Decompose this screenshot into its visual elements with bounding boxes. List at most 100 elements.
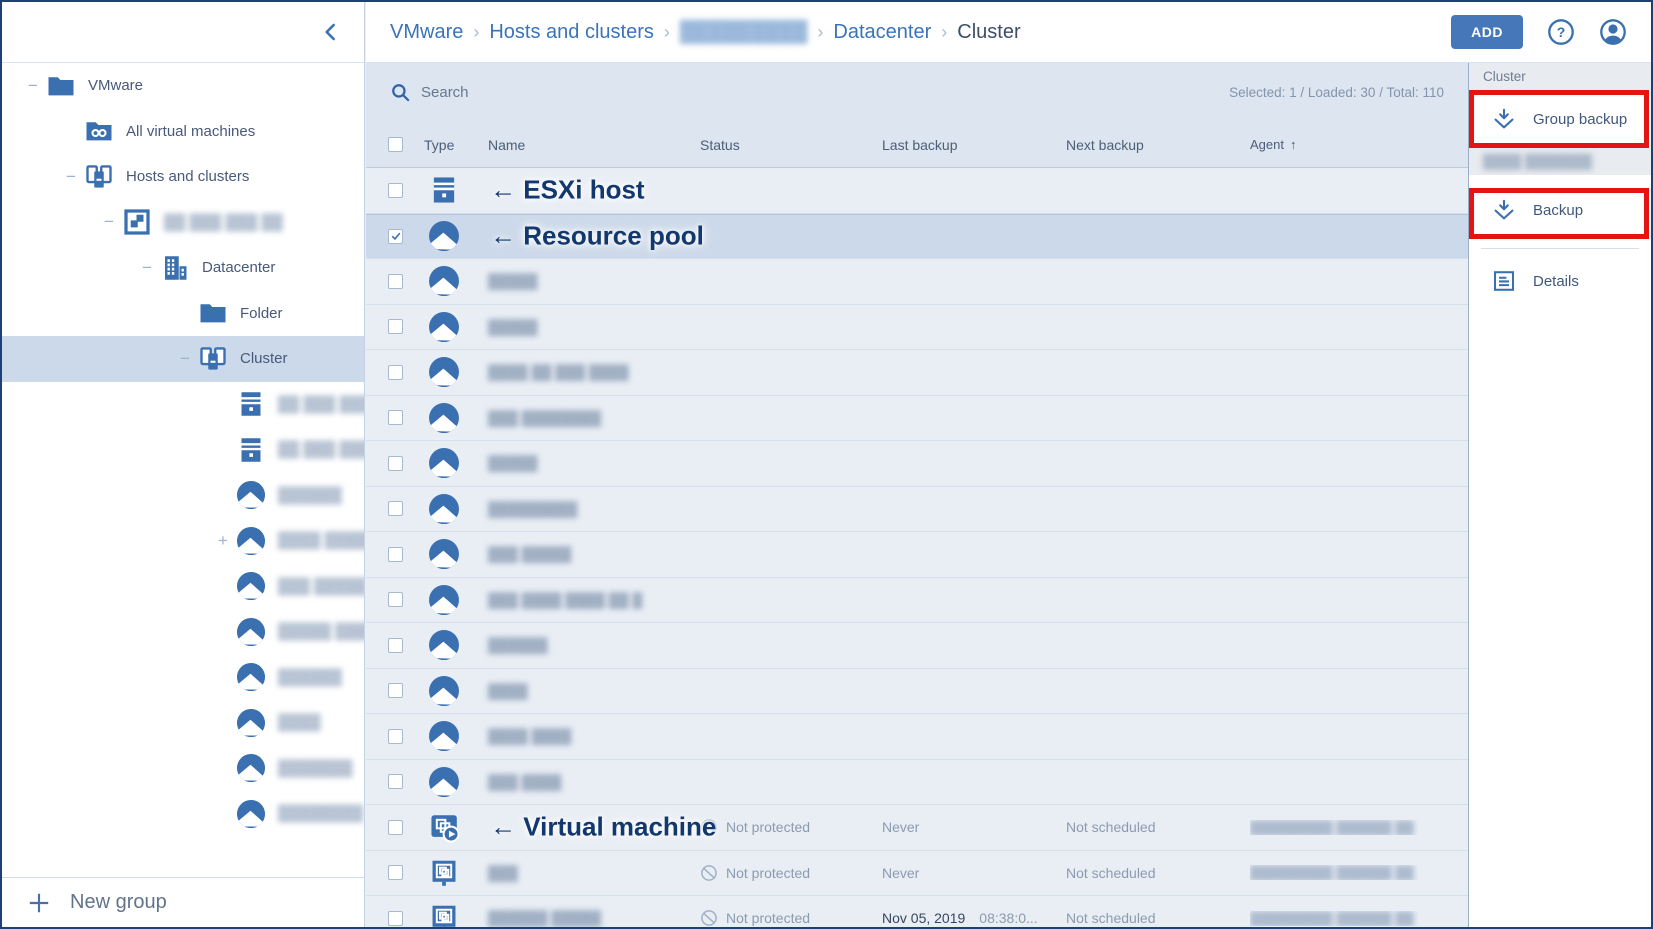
row-checkbox[interactable] [388,229,403,244]
breadcrumb-item[interactable]: Hosts and clusters [489,21,654,44]
row-type-cell [424,174,488,206]
row-checkbox[interactable] [388,274,403,289]
tree-item[interactable]: All virtual machines [2,109,364,155]
row-checkbox[interactable] [388,638,403,653]
tree-expander-plus[interactable]: + [210,531,236,551]
table-row[interactable]: ██████ [366,623,1468,669]
tree-item-label: Datacenter [202,259,275,276]
row-checkbox[interactable] [388,683,403,698]
column-header-next-backup[interactable]: Next backup [1066,137,1250,153]
row-name: ███ ████████ [488,410,601,426]
tree-expander-minus[interactable]: − [20,76,46,96]
table-row[interactable]: ███ ████ ████ ██ █ [366,578,1468,624]
table-row[interactable]: ████ [366,669,1468,715]
add-button[interactable]: ADD [1451,15,1523,49]
row-checkbox[interactable] [388,774,403,789]
new-group-button[interactable]: New group [2,877,364,927]
panel-action-details[interactable]: Details [1469,252,1651,310]
column-header-name[interactable]: Name [488,137,700,153]
tree-item[interactable]: − Datacenter [2,245,364,291]
search-input[interactable]: Search [390,82,1229,103]
row-checkbox[interactable] [388,865,403,880]
table-row[interactable]: ← Resource pool [366,214,1468,260]
breadcrumb-item[interactable]: Datacenter [833,21,931,44]
row-type-cell [424,902,488,927]
tree-item[interactable]: █████ ████ [2,609,364,655]
tree-item[interactable]: ██████ [2,473,364,519]
tree-item[interactable]: ██████ [2,655,364,701]
tree-item[interactable]: ████ [2,700,364,746]
tree-item-label: Hosts and clusters [126,168,249,185]
table-row[interactable]: █████████ [366,487,1468,533]
row-checkbox[interactable] [388,365,403,380]
select-all-checkbox[interactable] [388,137,403,152]
panel-section-title: ████ ███████ [1483,154,1592,169]
table-row[interactable]: ████ ██ ███ ████ [366,350,1468,396]
tree-item[interactable]: −██ ███ ███ ██ [2,200,364,246]
panel-action-group-backup[interactable]: Group backup [1469,90,1651,148]
row-checkbox-cell [366,547,424,562]
table-row[interactable]: █████ [366,441,1468,487]
help-icon[interactable]: ? [1547,18,1575,46]
tree-expander-minus[interactable]: − [172,349,198,369]
table-row[interactable]: ███ █████ [366,532,1468,578]
table-row[interactable]: ← ESXi host [366,168,1468,214]
tree-item[interactable]: ██ ███ ███ █ [2,427,364,473]
table-row[interactable]: ███Not protectedNeverNot scheduled██████… [366,851,1468,897]
sidebar-header [2,2,364,63]
row-checkbox[interactable] [388,547,403,562]
table-row[interactable]: ██████ █████Not protectedNov 05, 201908:… [366,896,1468,927]
tree-item[interactable]: − Hosts and clusters [2,154,364,200]
row-checkbox[interactable] [388,183,403,198]
folder-icon [198,298,228,328]
sidebar-collapse-button[interactable] [318,19,344,45]
tree-item[interactable]: + ████ ██████ [2,518,364,564]
tree-item[interactable]: ███████ [2,746,364,792]
resource-pool-icon [236,662,266,692]
sort-arrow-icon: ↑ [1290,137,1297,152]
row-checkbox-cell [366,456,424,471]
table-row[interactable]: ████ ████ [366,714,1468,760]
row-agent-cell: █████████ ██████ ██ [1250,911,1468,926]
tree-item-label: ████ ██████ [278,532,364,549]
tree-item-label: VMware [88,77,143,94]
tree-item-label: ███ █████ [278,578,364,595]
tree-item[interactable]: ██ ███ ███ █ [2,382,364,428]
column-header-last-backup[interactable]: Last backup [882,137,1066,153]
tree-item[interactable]: Folder [2,291,364,337]
tree-item-label: Folder [240,305,283,322]
resource-pool-icon [428,220,460,252]
row-checkbox[interactable] [388,319,403,334]
tree-item[interactable]: − VMware [2,63,364,109]
tree-expander-minus[interactable]: − [96,212,122,232]
table-row[interactable]: ███ ████████ [366,396,1468,442]
column-header-agent[interactable]: Agent↑ [1250,137,1468,152]
table-row[interactable]: ███ ████ [366,760,1468,806]
column-header-status[interactable]: Status [700,137,882,153]
tree-item-selected[interactable]: −Cluster [2,336,364,382]
table-row[interactable]: ← Virtual machineNot protectedNeverNot s… [366,805,1468,851]
cluster-icon [198,344,228,374]
tree-expander-minus[interactable]: − [134,258,160,278]
row-checkbox[interactable] [388,410,403,425]
row-checkbox[interactable] [388,911,403,926]
row-checkbox[interactable] [388,456,403,471]
row-type-cell [424,311,488,343]
resource-pool-icon [428,675,460,707]
row-last-backup-cell: Nov 05, 201908:38:0... [882,910,1066,926]
panel-action-backup[interactable]: Backup [1469,175,1651,245]
table-row[interactable]: █████ [366,305,1468,351]
row-checkbox[interactable] [388,820,403,835]
breadcrumb-item[interactable]: VMware [390,21,463,44]
table-row[interactable]: █████ [366,259,1468,305]
tree-item[interactable]: ████████ [2,791,364,837]
column-header-type[interactable]: Type [424,137,488,153]
row-checkbox[interactable] [388,729,403,744]
resource-pool-icon [428,766,460,798]
tree-expander-minus[interactable]: − [58,167,84,187]
row-checkbox[interactable] [388,592,403,607]
tree-item[interactable]: ███ █████ [2,564,364,610]
row-checkbox[interactable] [388,501,403,516]
breadcrumb-item[interactable]: █████████ [680,21,808,44]
account-icon[interactable] [1599,18,1627,46]
